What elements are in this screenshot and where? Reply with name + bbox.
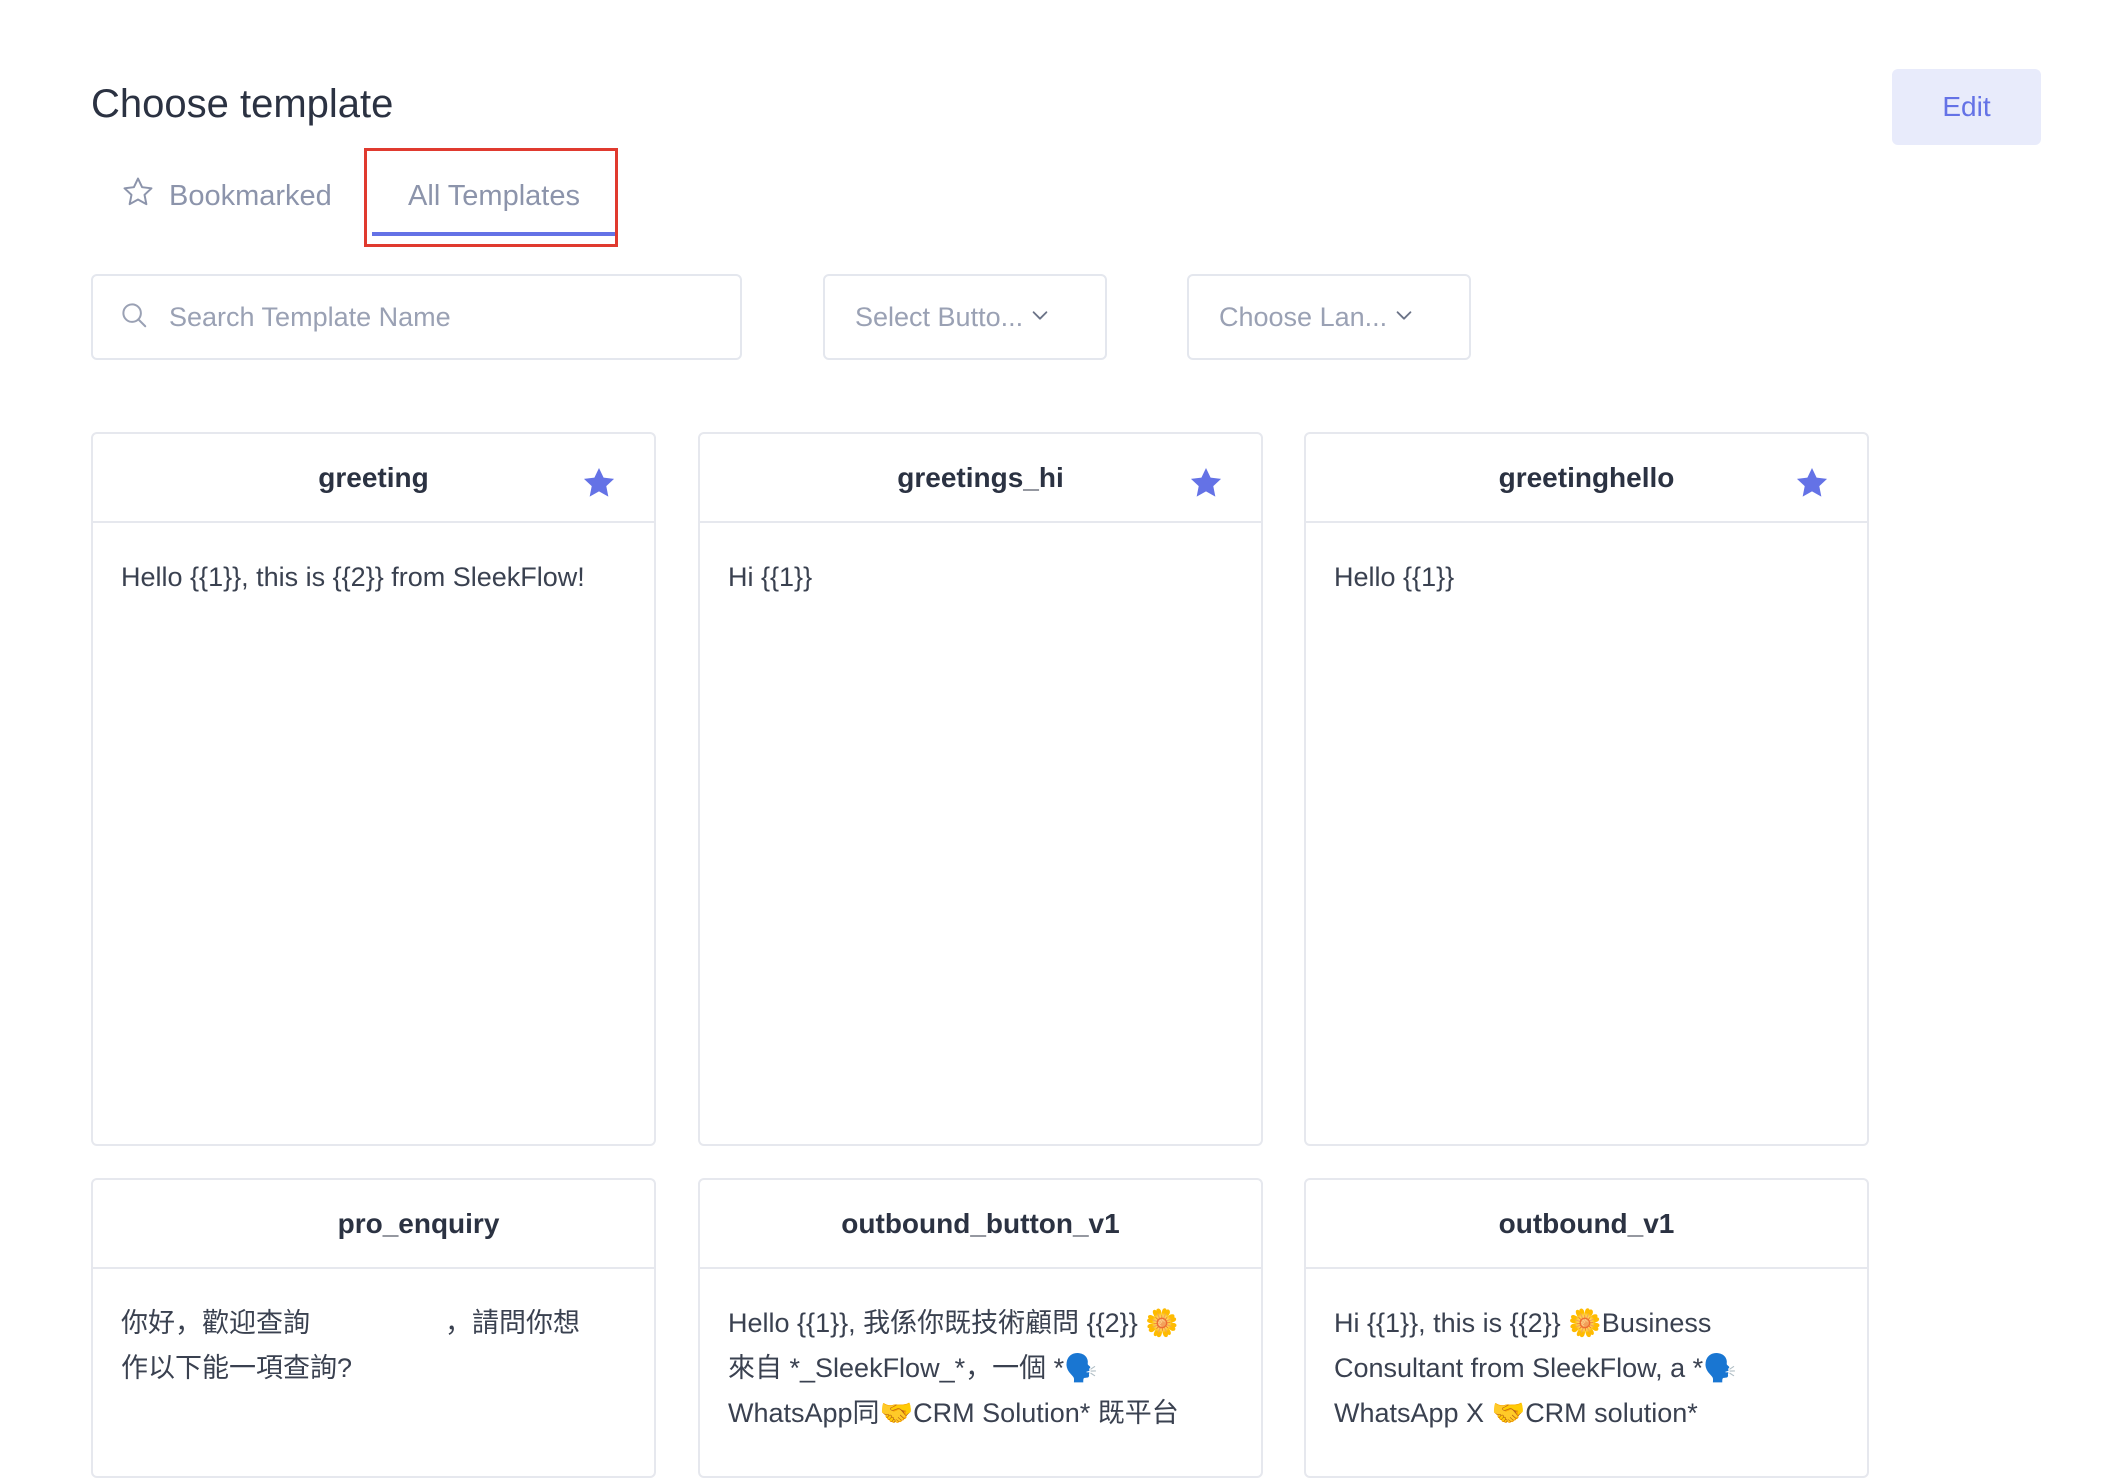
template-body: Hello {{1}}, this is {{2}} from SleekFlo… bbox=[121, 562, 585, 592]
template-card-header: pro_enquiry bbox=[93, 1180, 654, 1269]
template-card-header: greetinghello bbox=[1306, 434, 1867, 523]
button-type-select-value: Select Butto... bbox=[855, 301, 1024, 332]
star-filled-icon[interactable] bbox=[1793, 464, 1831, 509]
template-card[interactable]: greetinghello Hello {{1}} bbox=[1304, 432, 1869, 1146]
template-name: outbound_button_v1 bbox=[841, 1207, 1120, 1239]
template-card[interactable]: pro_enquiry 你好，歡迎查詢 ，請問你想 作以下能一項查詢? bbox=[91, 1178, 656, 1478]
highlight-annotation-box bbox=[364, 148, 618, 247]
template-card-header: greetings_hi bbox=[700, 434, 1261, 523]
template-card-header: outbound_v1 bbox=[1306, 1180, 1867, 1269]
template-card[interactable]: outbound_v1 Hi {{1}}, this is {{2}} 🌼Bus… bbox=[1304, 1178, 1869, 1478]
template-card-header: outbound_button_v1 bbox=[700, 1180, 1261, 1269]
search-input[interactable] bbox=[167, 300, 711, 334]
star-outline-icon bbox=[121, 175, 169, 217]
template-name: outbound_v1 bbox=[1498, 1207, 1675, 1239]
language-select[interactable]: Choose Lan... bbox=[1187, 274, 1471, 360]
search-icon bbox=[93, 300, 167, 335]
template-card[interactable]: outbound_button_v1 Hello {{1}}, 我係你既技術顧問… bbox=[698, 1178, 1263, 1478]
button-type-select[interactable]: Select Butto... bbox=[823, 274, 1107, 360]
template-body: Hi {{1}}, this is {{2}} 🌼Business Consul… bbox=[1334, 1308, 1737, 1428]
star-filled-icon[interactable] bbox=[1187, 464, 1225, 509]
chevron-down-icon bbox=[1387, 302, 1415, 333]
template-card[interactable]: greetings_hi Hi {{1}} bbox=[698, 432, 1263, 1146]
star-filled-icon[interactable] bbox=[580, 464, 618, 509]
chevron-down-icon bbox=[1023, 302, 1051, 333]
template-name: greeting bbox=[318, 461, 429, 493]
template-card[interactable]: greeting Hello {{1}}, this is {{2}} from… bbox=[91, 432, 656, 1146]
template-name: pro_enquiry bbox=[337, 1207, 500, 1239]
page-title: Choose template bbox=[91, 82, 394, 126]
edit-button[interactable]: Edit bbox=[1892, 69, 2041, 145]
language-select-value: Choose Lan... bbox=[1219, 301, 1388, 332]
template-body: 你好，歡迎查詢 ，請問你想 作以下能一項查詢? bbox=[121, 1308, 580, 1383]
template-name: greetings_hi bbox=[897, 461, 1064, 493]
template-card-header: greeting bbox=[93, 434, 654, 523]
template-body: Hello {{1}} bbox=[1334, 562, 1455, 592]
tab-bookmarked[interactable]: Bookmarked bbox=[121, 150, 332, 242]
template-body: Hello {{1}}, 我係你既技術顧問 {{2}} 🌼 來自 *_Sleek… bbox=[728, 1308, 1179, 1428]
template-name: greetinghello bbox=[1498, 461, 1675, 493]
tab-bookmarked-label: Bookmarked bbox=[169, 179, 332, 212]
search-field[interactable] bbox=[91, 274, 742, 360]
template-body: Hi {{1}} bbox=[728, 562, 813, 592]
